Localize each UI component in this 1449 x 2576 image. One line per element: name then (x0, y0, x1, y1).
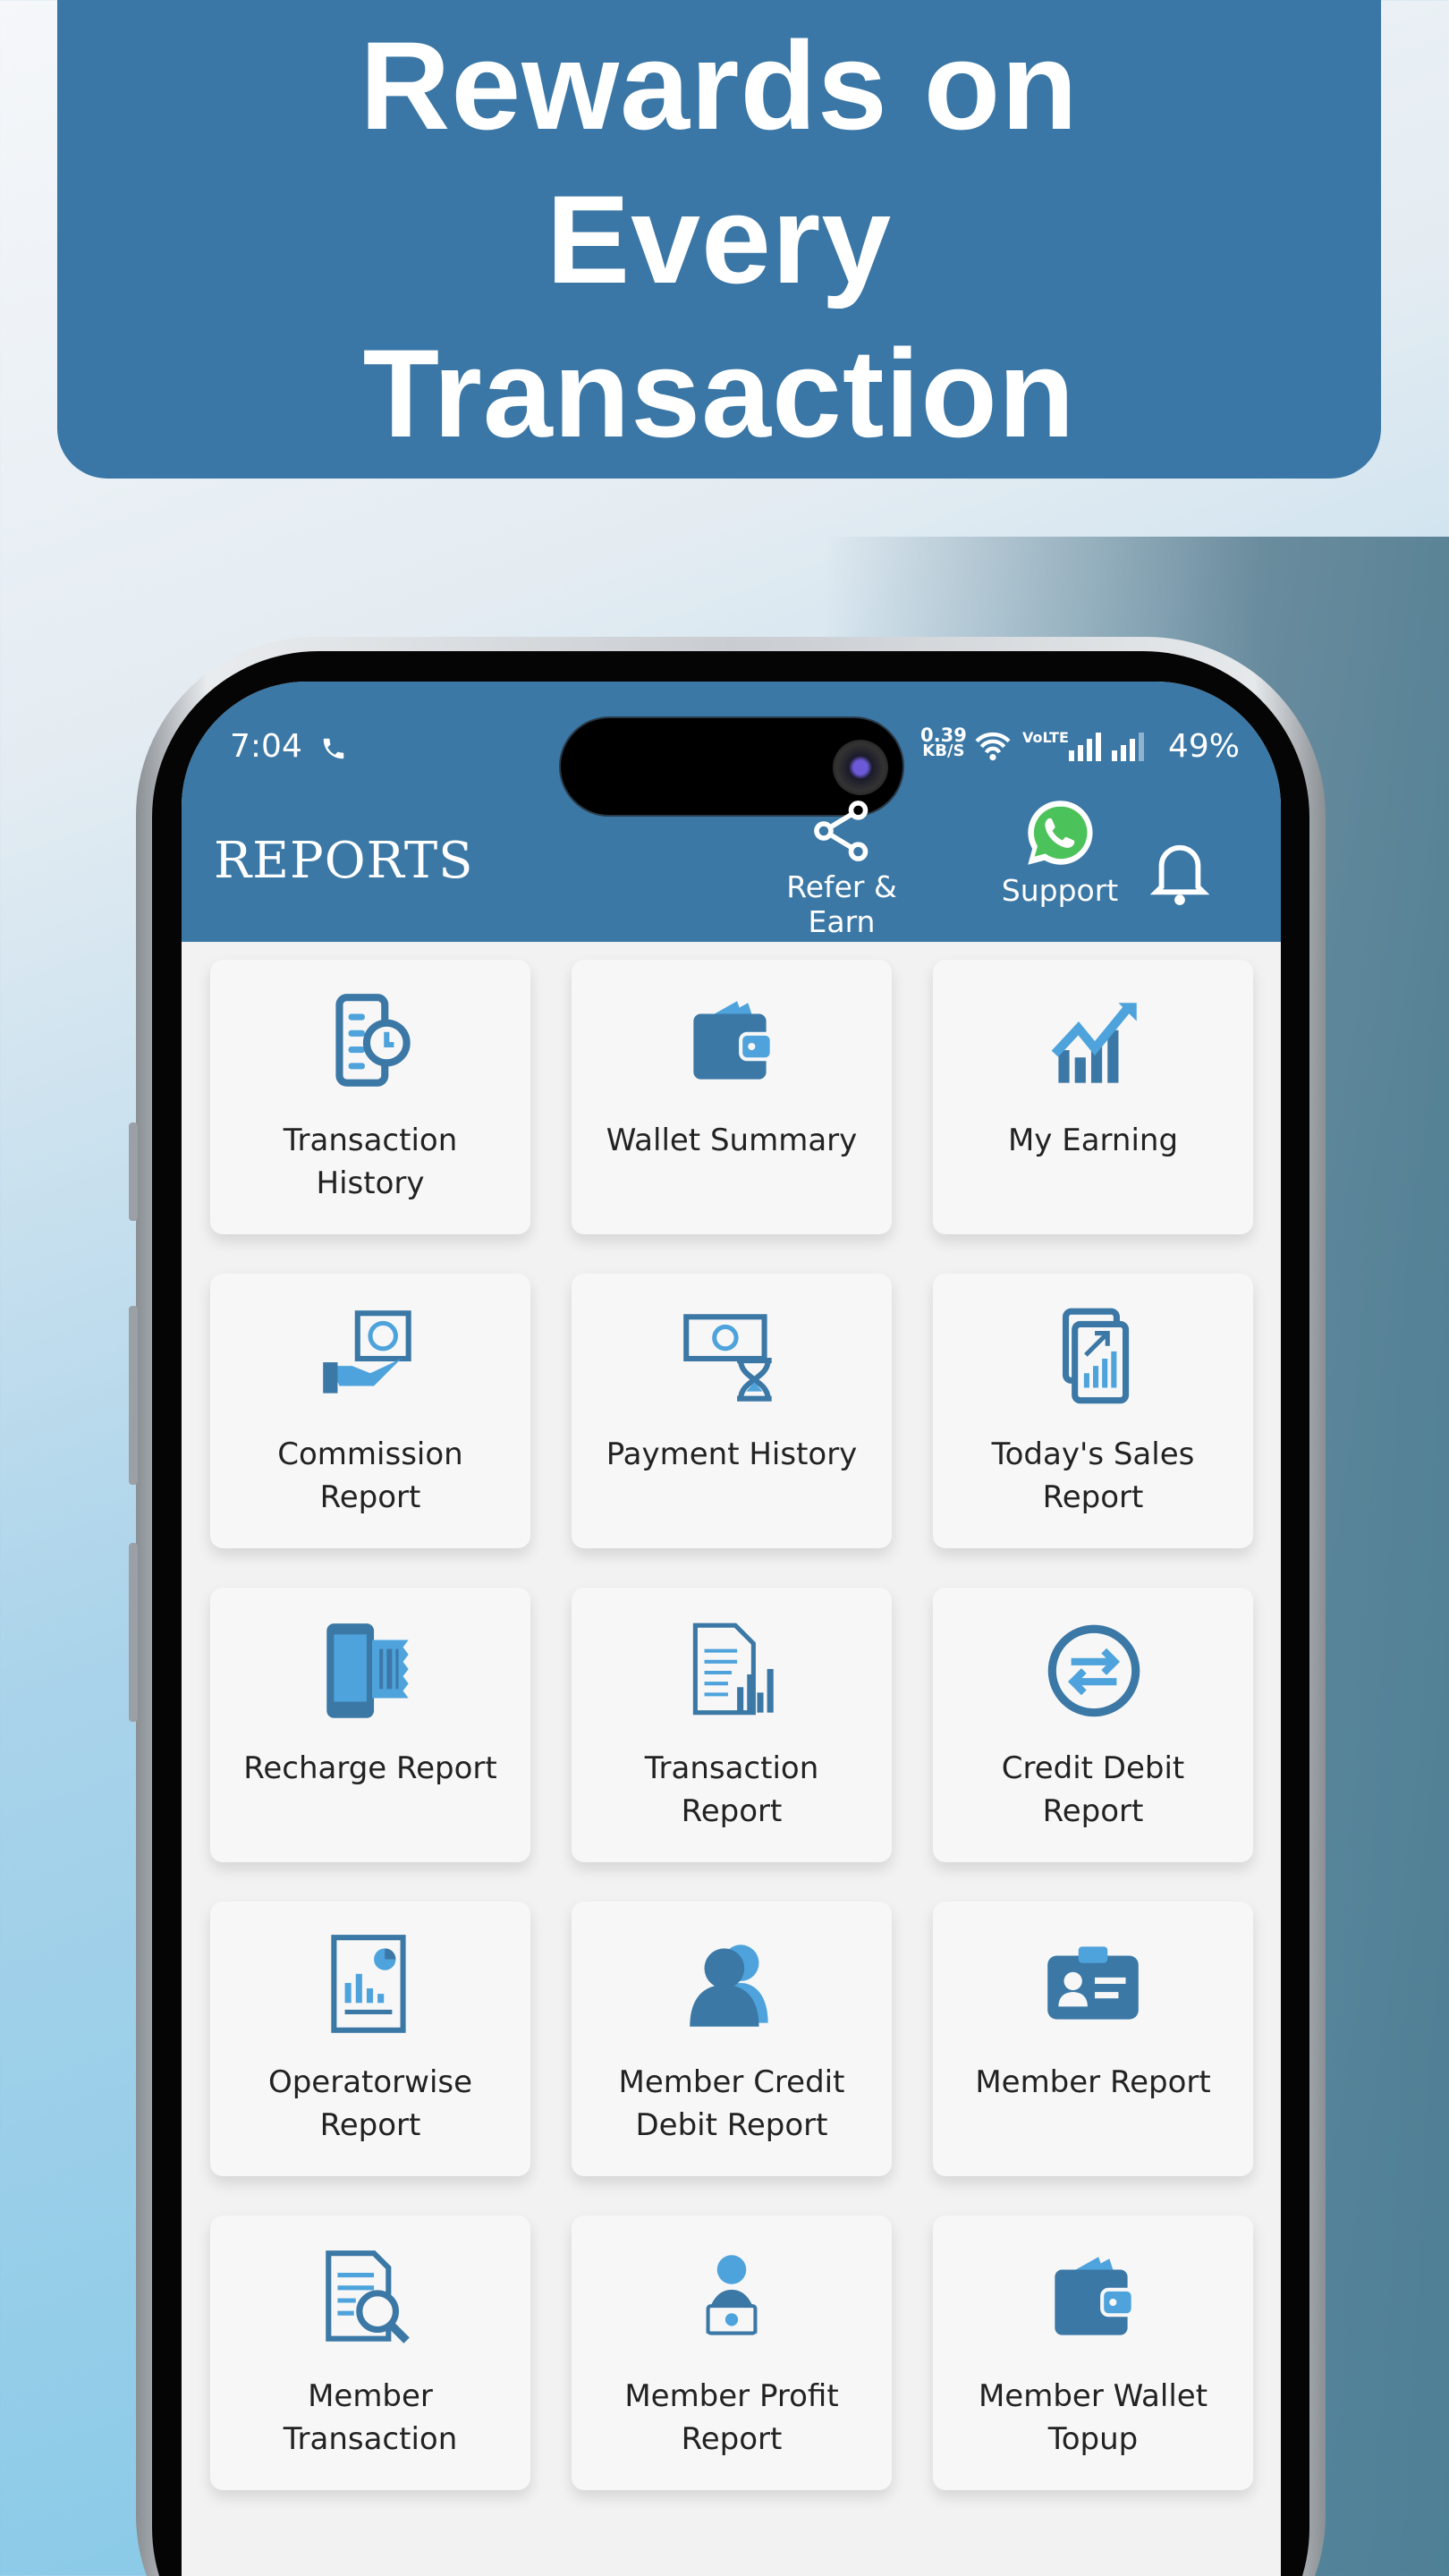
phone-button (129, 1123, 138, 1221)
phone-button (129, 1543, 138, 1722)
network-speed: 0.39 KB/S (920, 724, 967, 760)
app-header: 7:04 0.39 KB/S VoLTE 49% REPORTS Refer & … (182, 682, 1281, 942)
battery-percent: 49% (1168, 728, 1241, 765)
wallet-icon (1055, 2257, 1135, 2335)
exchange-icon (1047, 1624, 1140, 1717)
report-card-id-card[interactable]: Member Report (933, 1902, 1253, 2176)
volte-indicator: VoLTE (1022, 729, 1069, 746)
txn-report-icon (692, 1623, 774, 1716)
app-screen: 7:04 0.39 KB/S VoLTE 49% REPORTS Refer & … (182, 682, 1281, 2576)
report-label: Member Profit Report (624, 2378, 839, 2457)
whatsapp-icon (1028, 801, 1093, 865)
report-card-wallet[interactable]: Member Wallet Topup (933, 2216, 1253, 2490)
refer-earn-button[interactable]: Refer & Earn (752, 798, 931, 939)
report-label: Payment History (606, 1436, 858, 1472)
signal-icon (1069, 733, 1144, 761)
report-card-sales[interactable]: Today's Sales Report (933, 1274, 1253, 1548)
report-label: Today's Sales Report (991, 1436, 1195, 1515)
sales-icon (1062, 1308, 1130, 1404)
promo-banner: Rewards on Every Transaction (57, 0, 1381, 479)
report-card-recharge[interactable]: Recharge Report (210, 1588, 530, 1862)
payment-icon (683, 1314, 772, 1402)
commission-icon (323, 1310, 411, 1394)
report-label: Transaction History (283, 1123, 458, 1201)
profit-icon (706, 2255, 758, 2335)
report-label: Wallet Summary (606, 1123, 858, 1158)
phone-button (129, 1306, 138, 1485)
growth-icon (1051, 1003, 1137, 1083)
report-label: Credit Debit Report (1001, 1750, 1185, 1829)
members-icon (690, 1945, 768, 2027)
notifications-button[interactable] (1135, 835, 1224, 912)
doc-search-icon (326, 2250, 410, 2343)
wallet-icon (693, 1001, 774, 1080)
support-label: Support (1001, 873, 1119, 908)
phone-call-icon (323, 738, 344, 759)
report-label: Member Transaction (283, 2378, 458, 2457)
page-title: REPORTS (214, 832, 474, 890)
report-label: My Earning (1007, 1123, 1179, 1158)
report-card-wallet[interactable]: Wallet Summary (572, 960, 892, 1234)
report-card-members[interactable]: Member Credit Debit Report (572, 1902, 892, 2176)
report-label: Recharge Report (243, 1750, 497, 1786)
report-label: Operatorwise Report (267, 2064, 473, 2143)
report-card-payment[interactable]: Payment History (572, 1274, 892, 1548)
status-time: 7:04 (230, 728, 302, 765)
support-button[interactable]: Support (970, 798, 1149, 908)
bell-icon (1149, 844, 1210, 905)
share-icon (814, 801, 869, 861)
reports-grid: Transaction History Wallet Summary My Earn… (197, 960, 1268, 2490)
report-card-exchange[interactable]: Credit Debit Report (933, 1588, 1253, 1862)
report-card-txn-report[interactable]: Transaction Report (572, 1588, 892, 1862)
refer-earn-label: Refer & Earn (786, 869, 897, 939)
report-label: Member Wallet Topup (978, 2378, 1208, 2457)
wifi-icon (975, 732, 1011, 761)
report-label: Transaction Report (644, 1750, 819, 1829)
report-card-profit[interactable]: Member Profit Report (572, 2216, 892, 2490)
id-card-icon (1047, 1946, 1139, 2020)
report-card-commission[interactable]: Commission Report (210, 1274, 530, 1548)
recharge-icon (326, 1623, 409, 1718)
camera-icon (833, 740, 888, 795)
report-label: Member Credit Debit Report (618, 2064, 845, 2143)
report-label: Member Report (975, 2064, 1211, 2100)
report-card-history[interactable]: Transaction History (210, 960, 530, 1234)
report-card-operator[interactable]: Operatorwise Report (210, 1902, 530, 2176)
report-label: Commission Report (277, 1436, 463, 1515)
operator-icon (331, 1935, 406, 2033)
banner-title: Rewards on Every Transaction (360, 14, 1079, 463)
report-card-growth[interactable]: My Earning (933, 960, 1253, 1234)
report-card-doc-search[interactable]: Member Transaction (210, 2216, 530, 2490)
history-icon (335, 994, 411, 1087)
